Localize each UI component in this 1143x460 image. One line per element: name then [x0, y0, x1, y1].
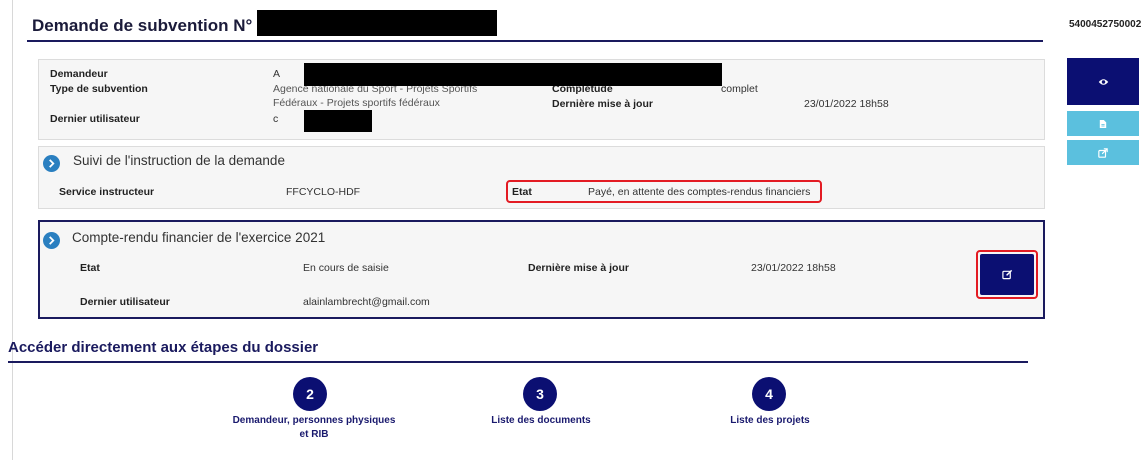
completude-value: complet	[721, 83, 758, 95]
page-title: Demande de subvention N° 2	[32, 16, 267, 35]
view-button[interactable]	[1067, 58, 1139, 105]
step-label[interactable]: Demandeur, personnes physiques	[214, 414, 414, 428]
cr-derniere-maj-value: 23/01/2022 18h58	[751, 262, 836, 274]
document-icon	[1099, 119, 1107, 128]
demandeur-value: A	[273, 68, 281, 80]
steps-title: Accéder directement aux étapes du dossie…	[8, 339, 319, 356]
compte-rendu-title: Compte-rendu financier de l'exercice 202…	[72, 230, 326, 245]
redacted-block	[304, 63, 722, 86]
steps-divider	[8, 361, 1028, 363]
edit-compte-rendu-button[interactable]	[980, 254, 1034, 295]
instruction-title: Suivi de l'instruction de la demande	[73, 153, 285, 168]
step-link-projets[interactable]: 4 Liste des projets	[670, 377, 870, 428]
etat-highlight: Etat Payé, en attente des comptes-rendus…	[506, 180, 822, 203]
cr-dernier-utilisateur-label: Dernier utilisateur	[80, 296, 170, 308]
chevron-right-icon[interactable]	[43, 232, 60, 249]
derniere-maj-value: 23/01/2022 18h58	[804, 98, 889, 110]
service-instructeur-label: Service instructeur	[59, 186, 155, 198]
derniere-maj-label: Dernière mise à jour	[552, 98, 653, 110]
pdf-button[interactable]	[1067, 111, 1139, 136]
chevron-right-icon[interactable]	[43, 155, 60, 172]
dernier-utilisateur-value: c	[273, 113, 279, 125]
instruction-etat-label: Etat	[512, 186, 532, 198]
step-number-circle[interactable]: 4	[752, 377, 786, 411]
demandeur-label: Demandeur	[50, 68, 108, 80]
compte-rendu-card: Compte-rendu financier de l'exercice 202…	[38, 220, 1045, 319]
instruction-etat-value: Payé, en attente des comptes-rendus fina…	[588, 186, 811, 198]
cr-dernier-utilisateur-value: alainlambrecht@gmail.com	[303, 296, 430, 308]
redacted-block	[304, 110, 372, 132]
step-label-line2[interactable]: et RIB	[214, 428, 414, 442]
dossier-number: 5400452750002	[1069, 19, 1142, 30]
edit-highlight	[976, 250, 1038, 299]
eye-icon	[1098, 78, 1108, 85]
edit-icon	[1001, 269, 1012, 280]
step-label[interactable]: Liste des documents	[441, 414, 641, 428]
step-link-documents[interactable]: 3 Liste des documents	[441, 377, 641, 428]
service-instructeur-value: FFCYCLO-HDF	[286, 186, 361, 198]
step-number-circle[interactable]: 3	[523, 377, 557, 411]
step-label[interactable]: Liste des projets	[670, 414, 870, 428]
cr-etat-value: En cours de saisie	[303, 262, 389, 274]
cr-derniere-maj-label: Dernière mise à jour	[528, 262, 629, 274]
type-subvention-value-line2: Fédéraux - Projets sportifs fédéraux	[273, 97, 440, 109]
step-number-circle[interactable]: 2	[293, 377, 327, 411]
type-subvention-label: Type de subvention	[50, 83, 148, 95]
external-link-icon	[1098, 147, 1108, 158]
external-link-button[interactable]	[1067, 140, 1139, 165]
title-divider	[27, 40, 1043, 42]
dernier-utilisateur-label: Dernier utilisateur	[50, 113, 140, 125]
redacted-block	[257, 10, 497, 36]
cr-etat-label: Etat	[80, 262, 100, 274]
left-border	[12, 0, 13, 460]
step-link-demandeur[interactable]: 2 Demandeur, personnes physiques et RIB	[214, 377, 414, 442]
